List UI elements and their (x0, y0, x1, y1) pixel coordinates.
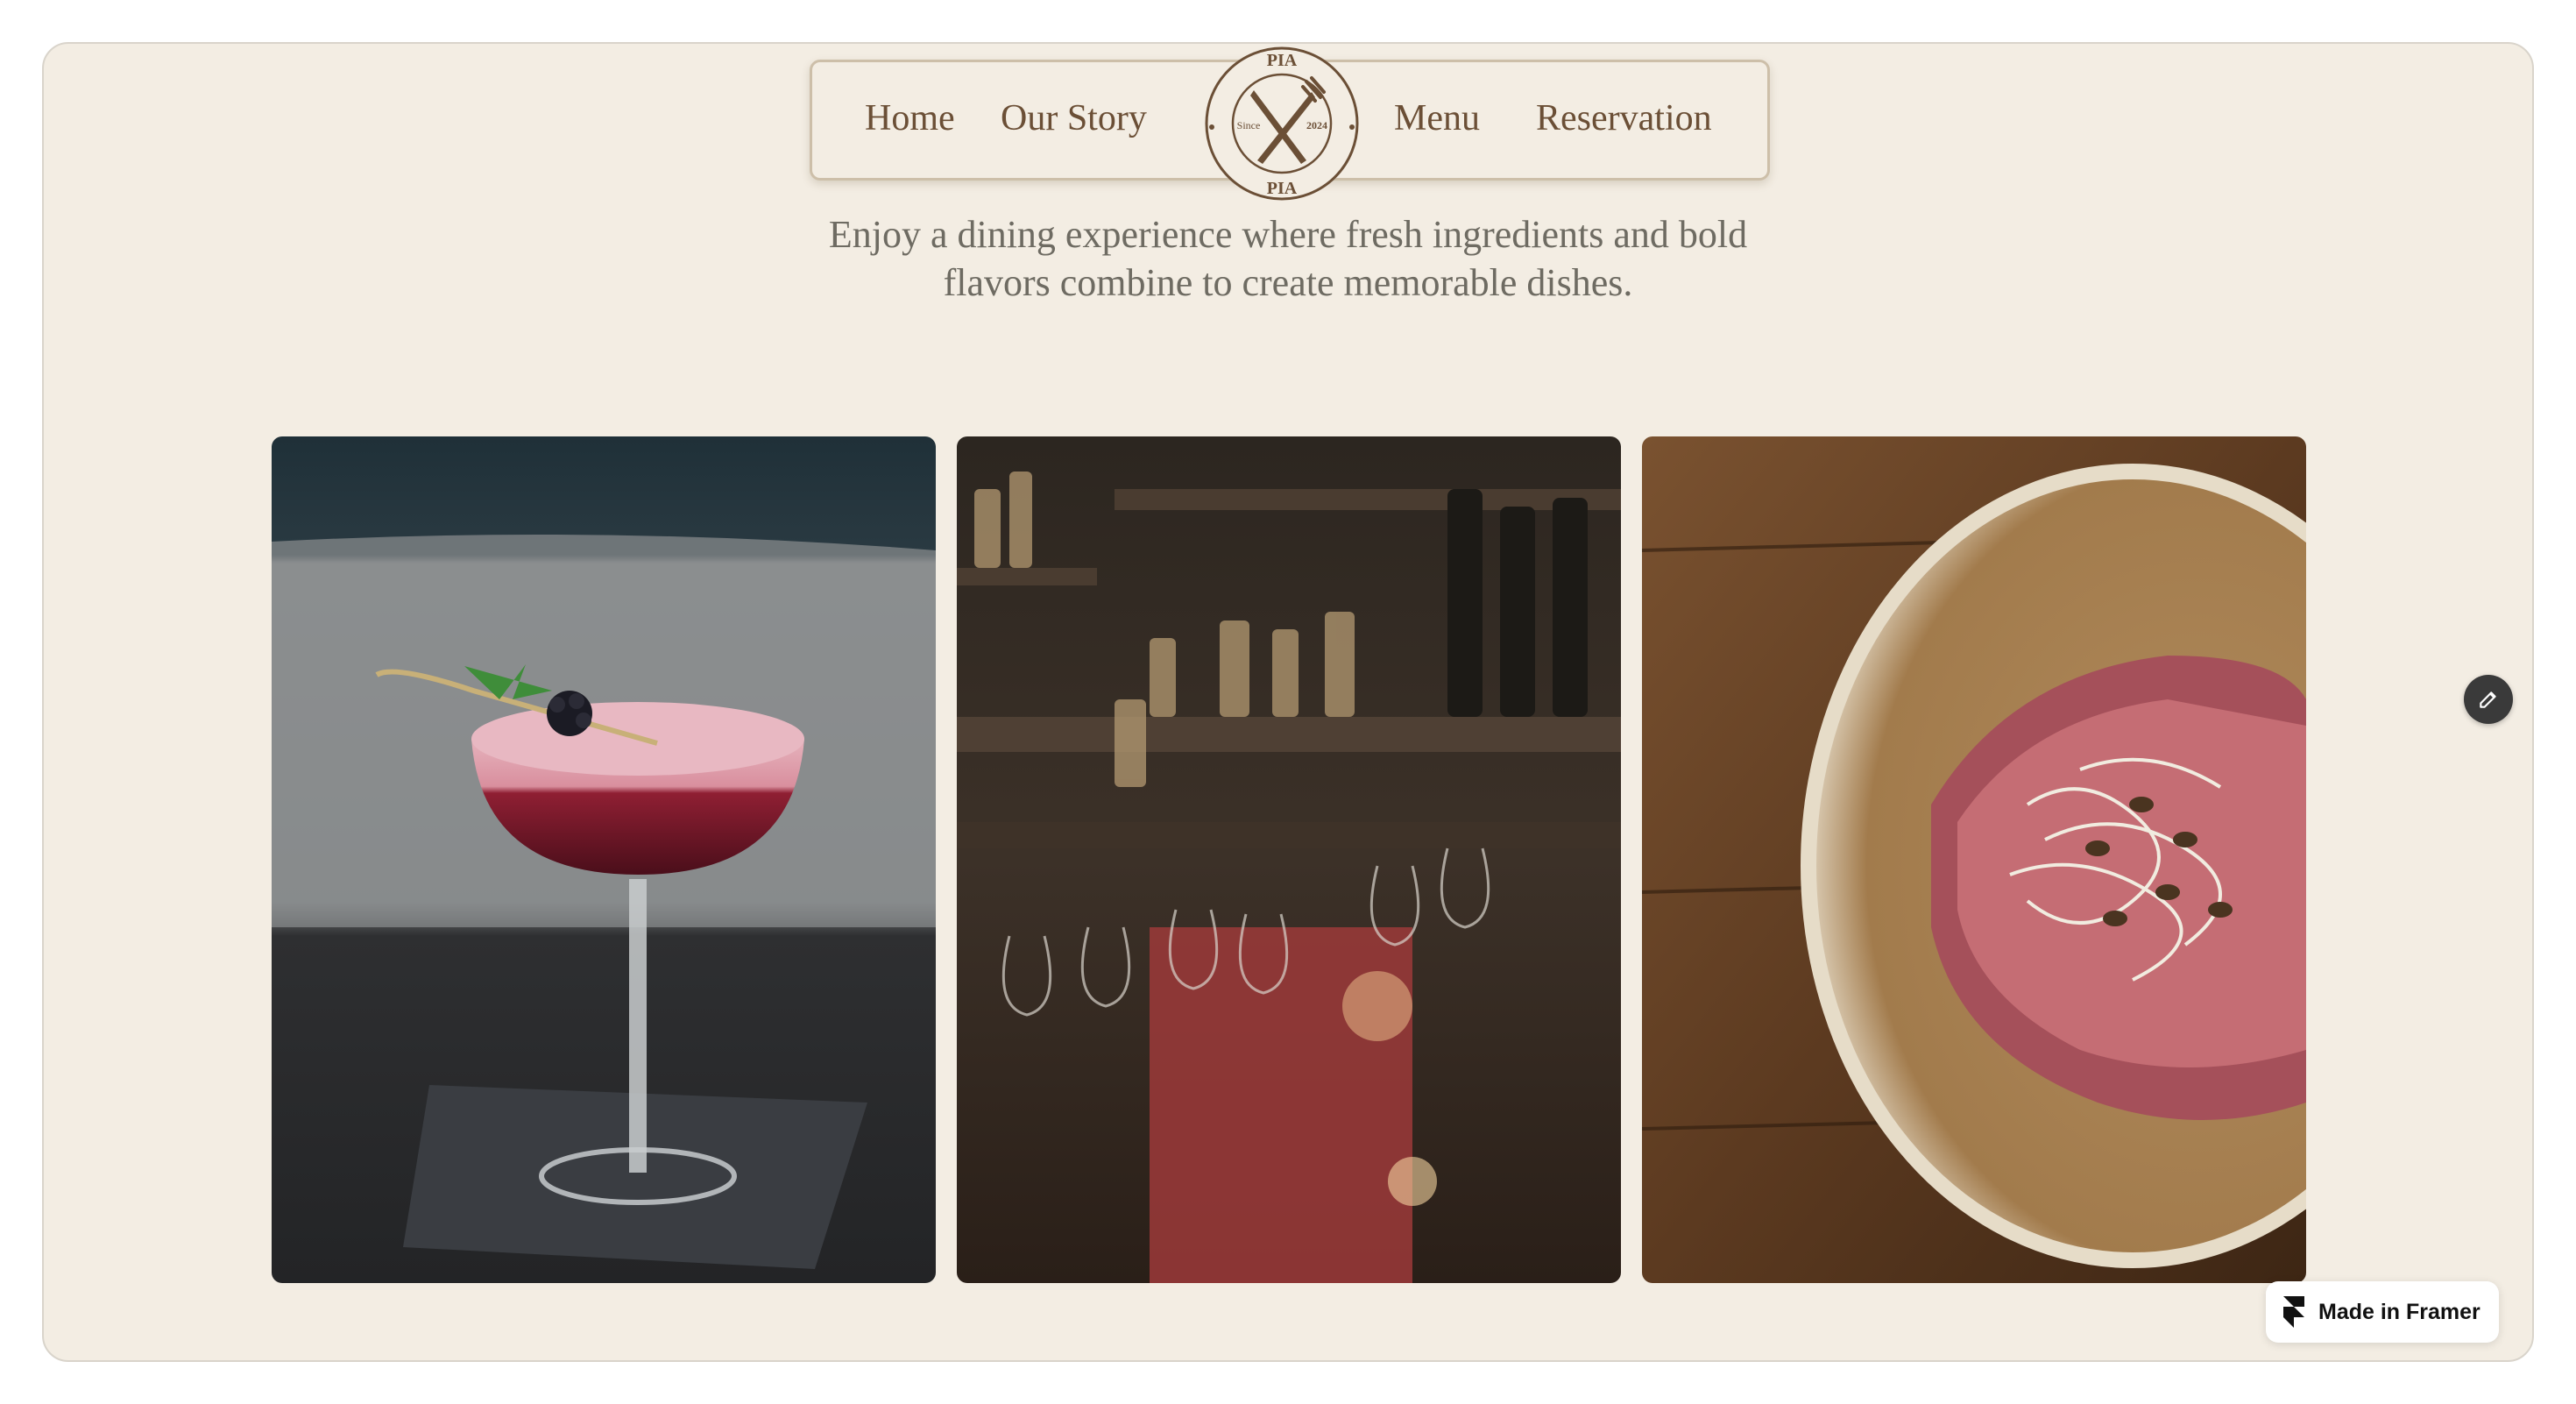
tagline-line-1: Enjoy a dining experience where fresh in… (828, 213, 1748, 256)
main-navigation: Home Our Story PIA PIA Since 2024 Menu R… (810, 46, 1770, 201)
hero-tagline: Enjoy a dining experience where fresh in… (762, 210, 1814, 307)
logo-right-text: 2024 (1306, 119, 1327, 131)
gallery-image-bar (957, 436, 1621, 1283)
tagline-line-2: flavors combine to create memorable dish… (943, 261, 1633, 304)
edit-button[interactable] (2464, 675, 2513, 724)
nav-link-our-story[interactable]: Our Story (1001, 97, 1147, 139)
framer-badge-label: Made in Framer (2318, 1299, 2480, 1324)
gallery-image-cocktail (272, 436, 936, 1283)
pencil-icon (2480, 691, 2496, 708)
gallery-image-dish (1642, 436, 2306, 1283)
nav-link-menu[interactable]: Menu (1394, 97, 1480, 139)
made-in-framer-badge[interactable]: Made in Framer (2266, 1281, 2499, 1343)
nav-link-reservation[interactable]: Reservation (1536, 97, 1712, 139)
pia-logo[interactable]: PIA PIA Since 2024 (1203, 45, 1361, 202)
framer-icon (2283, 1296, 2304, 1328)
nav-link-home[interactable]: Home (865, 97, 955, 139)
page-frame: Home Our Story PIA PIA Since 2024 Menu R… (42, 42, 2534, 1362)
logo-top-text: PIA (1267, 51, 1298, 70)
logo-bottom-text: PIA (1267, 179, 1298, 198)
fork-knife-icon: PIA PIA Since 2024 (1205, 46, 1359, 201)
logo-left-text: Since (1237, 119, 1261, 131)
